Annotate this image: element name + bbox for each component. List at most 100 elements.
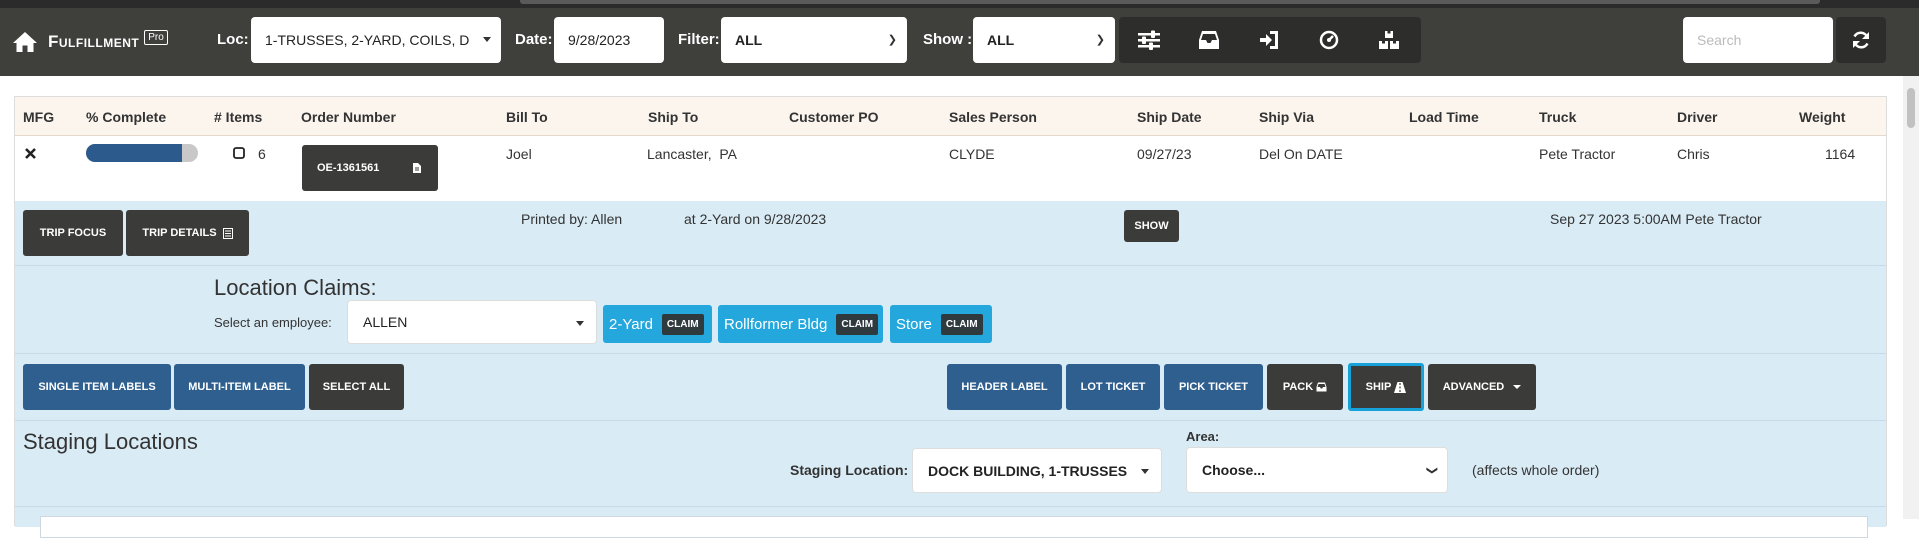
col-header-customer-po[interactable]: Customer PO: [789, 109, 878, 125]
multi-item-label-button[interactable]: MULTI-ITEM LABEL: [174, 364, 305, 410]
single-item-labels-label: SINGLE ITEM LABELS: [38, 381, 156, 393]
search-input[interactable]: Search: [1683, 17, 1833, 63]
printed-by: Printed by: Allen: [521, 211, 623, 227]
col-header-mfg[interactable]: MFG: [23, 109, 54, 125]
search-placeholder: Search: [1697, 32, 1742, 48]
close-icon[interactable]: [25, 148, 36, 159]
document-icon: [413, 163, 421, 173]
staging-table: [40, 516, 1868, 538]
area-select[interactable]: Choose... ❯: [1186, 447, 1448, 493]
ship-date: 09/27/23: [1137, 146, 1192, 162]
inbox-icon: [1316, 382, 1327, 392]
ship-to: Lancaster, PA: [647, 146, 738, 162]
chevron-down-icon: ❯: [1425, 465, 1438, 476]
col-header-ship-date[interactable]: Ship Date: [1137, 109, 1202, 125]
pack-button[interactable]: PACK: [1267, 364, 1343, 410]
caret-down-icon: [483, 37, 491, 42]
select-all-button[interactable]: SELECT ALL: [309, 364, 404, 410]
scrollbar-thumb[interactable]: [1907, 88, 1915, 128]
vertical-scrollbar[interactable]: [1903, 76, 1919, 519]
app-title: Fulfillment: [48, 32, 140, 51]
dashboard-icon: [1319, 30, 1339, 50]
staging-location-select[interactable]: DOCK BUILDING, 1-TRUSSES: [912, 448, 1162, 493]
multi-item-label-label: MULTI-ITEM LABEL: [188, 381, 291, 393]
dashboard-button[interactable]: [1299, 17, 1359, 63]
brand[interactable]: Fulfillment Pro: [12, 29, 168, 53]
truck: Pete Tractor: [1539, 146, 1616, 162]
staging-location-value: DOCK BUILDING, 1-TRUSSES: [928, 462, 1128, 479]
horizontal-scrollbar[interactable]: [520, 0, 1820, 4]
navbar: Fulfillment Pro Loc: 1-TRUSSES, 2-YARD, …: [0, 8, 1919, 76]
progress-bar: [86, 144, 198, 162]
trip-focus-button[interactable]: TRIP FOCUS: [23, 210, 123, 256]
checkbox-icon[interactable]: [233, 147, 245, 159]
divider: [15, 506, 1886, 507]
sliders-icon: [1138, 30, 1160, 50]
loc-label: Loc:: [217, 31, 249, 48]
claim-store[interactable]: Store CLAIM: [890, 305, 992, 343]
filter-select[interactable]: ALL ❯: [721, 17, 907, 63]
inbox-icon: [1199, 31, 1219, 49]
col-header-driver[interactable]: Driver: [1677, 109, 1717, 125]
staging-location-label: Staging Location:: [790, 462, 909, 478]
claim-button[interactable]: CLAIM: [940, 313, 983, 335]
advanced-dropdown[interactable]: ADVANCED: [1428, 364, 1536, 410]
header-label-label: HEADER LABEL: [961, 381, 1048, 393]
pack-label: PACK: [1282, 381, 1314, 393]
sliders-button[interactable]: [1119, 17, 1179, 63]
pick-ticket-label: PICK TICKET: [1178, 381, 1249, 393]
col-header-ship-via[interactable]: Ship Via: [1259, 109, 1314, 125]
caret-down-icon: [576, 321, 584, 326]
single-item-labels-button[interactable]: SINGLE ITEM LABELS: [23, 364, 171, 410]
progress-fill: [86, 144, 183, 162]
lot-ticket-button[interactable]: LOT TICKET: [1066, 364, 1160, 410]
col-header-items[interactable]: # Items: [214, 109, 262, 125]
ship-via: Del On DATE: [1259, 146, 1343, 162]
claim-location-name: Store: [896, 315, 932, 333]
weight: 1164: [1825, 146, 1856, 162]
date-input-value: 9/28/2023: [568, 32, 631, 48]
loc-select[interactable]: 1-TRUSSES, 2-YARD, COILS, D: [251, 17, 501, 63]
col-header-load-time[interactable]: Load Time: [1409, 109, 1479, 125]
divider: [15, 265, 1886, 266]
loc-select-value: 1-TRUSSES, 2-YARD, COILS, D: [265, 32, 470, 48]
col-header-truck[interactable]: Truck: [1539, 109, 1576, 125]
order-number-button[interactable]: OE-1361561: [302, 145, 438, 191]
col-header-order-number[interactable]: Order Number: [301, 109, 396, 125]
trip-details-label: TRIP DETAILS: [142, 227, 217, 239]
pro-badge: Pro: [144, 29, 168, 45]
trip-schedule: Sep 27 2023 5:00AM Pete Tractor: [1550, 211, 1762, 227]
claim-button[interactable]: CLAIM: [836, 313, 879, 335]
claim-2-yard[interactable]: 2-Yard CLAIM: [603, 305, 712, 343]
pick-ticket-button[interactable]: PICK TICKET: [1164, 364, 1263, 410]
employee-select[interactable]: ALLEN: [347, 300, 597, 344]
show-label: Show :: [923, 31, 973, 48]
col-header-sales-person[interactable]: Sales Person: [949, 109, 1037, 125]
claim-button[interactable]: CLAIM: [661, 313, 704, 335]
sign-in-button[interactable]: [1239, 17, 1299, 63]
caret-down-icon: [1141, 469, 1149, 474]
home-icon[interactable]: [12, 31, 38, 53]
table-header: MFG % Complete # Items Order Number Bill…: [15, 97, 1886, 136]
area-label: Area:: [1186, 429, 1220, 444]
show-select[interactable]: ALL ❯: [973, 17, 1115, 63]
advanced-label: ADVANCED: [1442, 381, 1505, 393]
claim-rollformer-bldg[interactable]: Rollformer Bldg CLAIM: [718, 305, 883, 343]
area-note: (affects whole order): [1472, 462, 1600, 478]
divider: [15, 353, 1886, 354]
boxes-button[interactable]: [1359, 17, 1419, 63]
inbox-button[interactable]: [1179, 17, 1239, 63]
order-number: OE-1361561: [317, 162, 380, 174]
col-header-bill-to[interactable]: Bill To: [506, 109, 548, 125]
browser-top-strip: [0, 0, 1919, 8]
col-header-ship-to[interactable]: Ship To: [648, 109, 698, 125]
trip-details-button[interactable]: TRIP DETAILS: [126, 210, 249, 256]
header-label-button[interactable]: HEADER LABEL: [947, 364, 1062, 410]
date-input[interactable]: 9/28/2023: [554, 17, 664, 63]
ship-button[interactable]: SHIP: [1348, 363, 1424, 411]
col-header-percent-complete[interactable]: % Complete: [86, 109, 166, 125]
refresh-button[interactable]: [1836, 17, 1886, 63]
show-button[interactable]: SHOW: [1124, 210, 1179, 242]
select-all-label: SELECT ALL: [322, 381, 391, 393]
col-header-weight[interactable]: Weight: [1799, 109, 1845, 125]
